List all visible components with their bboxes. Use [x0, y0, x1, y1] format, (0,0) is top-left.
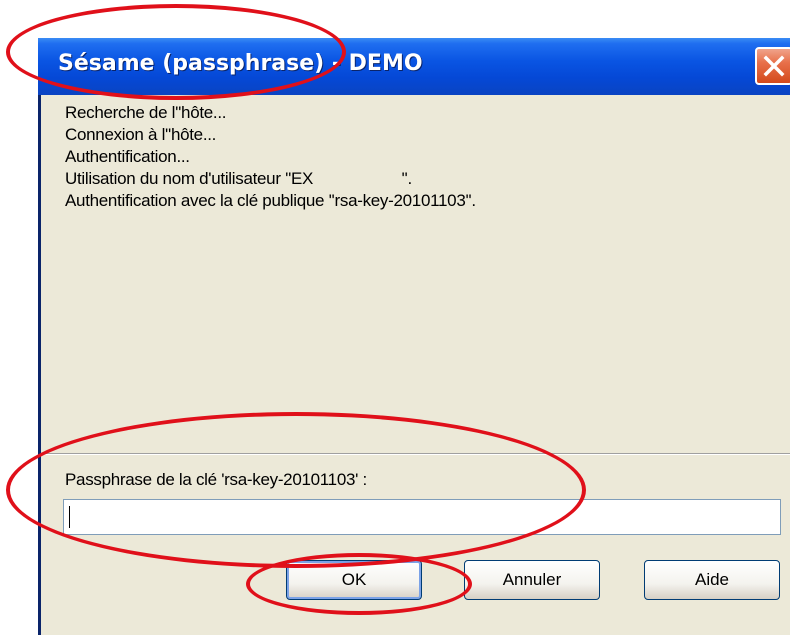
log-line: Connexion à l''hôte...	[65, 125, 217, 144]
passphrase-dialog: Sésame (passphrase) - DEMO Recherche de …	[38, 38, 790, 635]
passphrase-label: Passphrase de la clé 'rsa-key-20101103' …	[65, 470, 367, 489]
ok-button[interactable]: OK	[286, 560, 422, 600]
title-bar[interactable]: Sésame (passphrase) - DEMO	[38, 38, 790, 95]
close-icon	[763, 55, 785, 77]
separator-line	[41, 453, 790, 455]
connection-log: Recherche de l''hôte... Connexion à l''h…	[65, 102, 765, 212]
close-button[interactable]	[755, 47, 790, 85]
window-title: Sésame (passphrase) - DEMO	[58, 51, 423, 76]
help-button[interactable]: Aide	[644, 560, 780, 600]
cancel-button[interactable]: Annuler	[464, 560, 600, 600]
log-line: Recherche de l''hôte...	[65, 103, 227, 122]
screenshot-page: Sésame (passphrase) - DEMO Recherche de …	[0, 0, 790, 635]
log-line: Authentification...	[65, 147, 190, 166]
text-caret	[69, 506, 70, 528]
passphrase-input[interactable]	[63, 499, 781, 535]
log-line: Utilisation du nom d'utilisateur ''EX ''…	[65, 169, 412, 188]
log-line: Authentification avec la clé publique ''…	[65, 191, 476, 210]
